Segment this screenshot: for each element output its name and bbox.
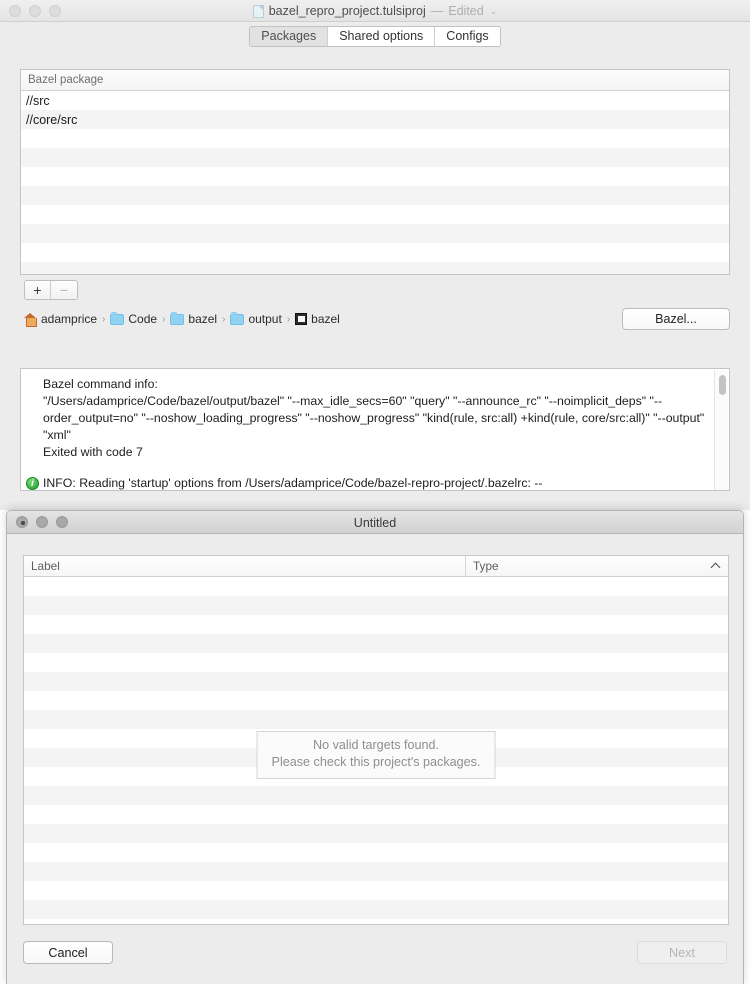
console-info-message: INFO: Reading 'startup' options from /Us… [43, 476, 543, 490]
executable-icon [295, 313, 308, 325]
add-package-button[interactable]: + [25, 281, 51, 299]
table-row[interactable] [24, 900, 728, 919]
table-row[interactable] [24, 634, 728, 653]
table-row[interactable]: //src [21, 91, 729, 110]
tulsi-project-window: bazel_repro_project.tulsiproj — Edited ⌄… [0, 0, 750, 510]
breadcrumb-item-adamprice[interactable]: adamprice [24, 312, 98, 327]
table-row[interactable] [24, 824, 728, 843]
segmented-control[interactable]: Packages Shared options Configs [249, 25, 501, 47]
next-button: Next [637, 941, 727, 964]
table-row[interactable] [24, 691, 728, 710]
folder-icon [110, 312, 125, 325]
targets-titlebar: Untitled [7, 511, 743, 534]
table-row[interactable] [24, 919, 728, 924]
column-header-type[interactable]: Type [465, 556, 728, 576]
breadcrumb-separator: › [286, 313, 291, 325]
breadcrumb-label: bazel [311, 312, 340, 326]
console-text: Bazel command info: "/Users/adamprice/Co… [21, 369, 729, 490]
breadcrumb-label: Code [128, 312, 158, 326]
breadcrumb-item-output[interactable]: output [230, 312, 282, 326]
table-row[interactable] [24, 862, 728, 881]
scrollbar-thumb[interactable] [718, 375, 726, 395]
window-title-group: bazel_repro_project.tulsiproj — Edited ⌄ [0, 0, 750, 22]
target-picker-window: Untitled Label Type No valid targets fou… [6, 510, 744, 984]
table-row-empty[interactable] [21, 205, 729, 224]
table-row-empty[interactable] [21, 262, 729, 274]
table-row[interactable] [24, 672, 728, 691]
document-icon [252, 4, 264, 18]
console-info-entry: INFO: Reading 'startup' options from /Us… [26, 475, 707, 490]
console-exit-line: Exited with code 7 [43, 445, 143, 459]
targets-table[interactable]: Label Type No valid targets found. Pleas… [23, 555, 729, 925]
table-row[interactable] [24, 786, 728, 805]
cancel-button[interactable]: Cancel [23, 941, 113, 964]
breadcrumb-label: output [248, 312, 282, 326]
empty-state-line-1: No valid targets found. [312, 738, 440, 752]
breadcrumb-item-bazel-binary[interactable]: bazel [295, 312, 340, 326]
chevron-down-icon[interactable]: ⌄ [490, 6, 498, 16]
remove-package-button: − [51, 281, 77, 299]
empty-state-message: No valid targets found. Please check thi… [256, 731, 496, 779]
breadcrumb-separator: › [102, 313, 106, 325]
title-edited-state: Edited [448, 4, 484, 18]
targets-column-headers: Label Type [24, 556, 728, 577]
folder-icon [170, 312, 185, 325]
empty-state-line-2: Please check this project's packages. [271, 755, 481, 769]
list-controls[interactable]: + − [24, 280, 78, 300]
table-row[interactable] [24, 596, 728, 615]
title-separator: — [430, 4, 444, 18]
table-row[interactable] [24, 805, 728, 824]
table-row[interactable] [24, 577, 728, 596]
table-row[interactable] [24, 843, 728, 862]
table-row-empty[interactable] [21, 224, 729, 243]
table-row[interactable] [24, 653, 728, 672]
breadcrumb-separator: › [162, 313, 166, 325]
column-header-bazel-package[interactable]: Bazel package [21, 70, 729, 91]
breadcrumb-label: adamprice [41, 312, 98, 326]
console-output-panel[interactable]: Bazel command info: "/Users/adamprice/Co… [20, 368, 730, 491]
tab-configs[interactable]: Configs [435, 26, 500, 46]
tab-shared-options[interactable]: Shared options [328, 26, 436, 46]
package-rows: //src //core/src [21, 91, 729, 274]
breadcrumb-separator: › [222, 313, 226, 325]
table-row-empty[interactable] [21, 243, 729, 262]
breadcrumb-label: bazel [188, 312, 218, 326]
console-command: "/Users/adamprice/Code/bazel/output/baze… [43, 394, 708, 442]
bazel-package-table[interactable]: Bazel package //src //core/src [20, 69, 730, 275]
console-scrollbar[interactable] [714, 370, 728, 490]
tab-packages[interactable]: Packages [250, 26, 329, 46]
column-header-label[interactable]: Label [24, 559, 465, 573]
breadcrumb-item-code[interactable]: Code [110, 312, 157, 326]
table-row-empty[interactable] [21, 129, 729, 148]
table-row-empty[interactable] [21, 167, 729, 186]
breadcrumb[interactable]: adamprice › Code › bazel › output › baze… [24, 312, 340, 327]
table-row-empty[interactable] [21, 186, 729, 205]
breadcrumb-item-bazel[interactable]: bazel [170, 312, 217, 326]
targets-window-title: Untitled [353, 515, 397, 530]
bazel-chooser-button[interactable]: Bazel... [622, 308, 730, 330]
tab-bar: Packages Shared options Configs [0, 22, 750, 50]
tulsi-titlebar: bazel_repro_project.tulsiproj — Edited ⌄ [0, 0, 750, 22]
window-title: bazel_repro_project.tulsiproj [268, 4, 426, 18]
table-row-empty[interactable] [21, 148, 729, 167]
table-row[interactable] [24, 710, 728, 729]
chevron-up-icon[interactable] [712, 562, 720, 570]
home-icon [24, 312, 37, 327]
table-row[interactable] [24, 881, 728, 900]
table-row[interactable] [24, 615, 728, 634]
console-heading: Bazel command info: [43, 377, 158, 391]
folder-icon [230, 312, 245, 325]
info-icon [26, 477, 39, 490]
table-row[interactable]: //core/src [21, 110, 729, 129]
